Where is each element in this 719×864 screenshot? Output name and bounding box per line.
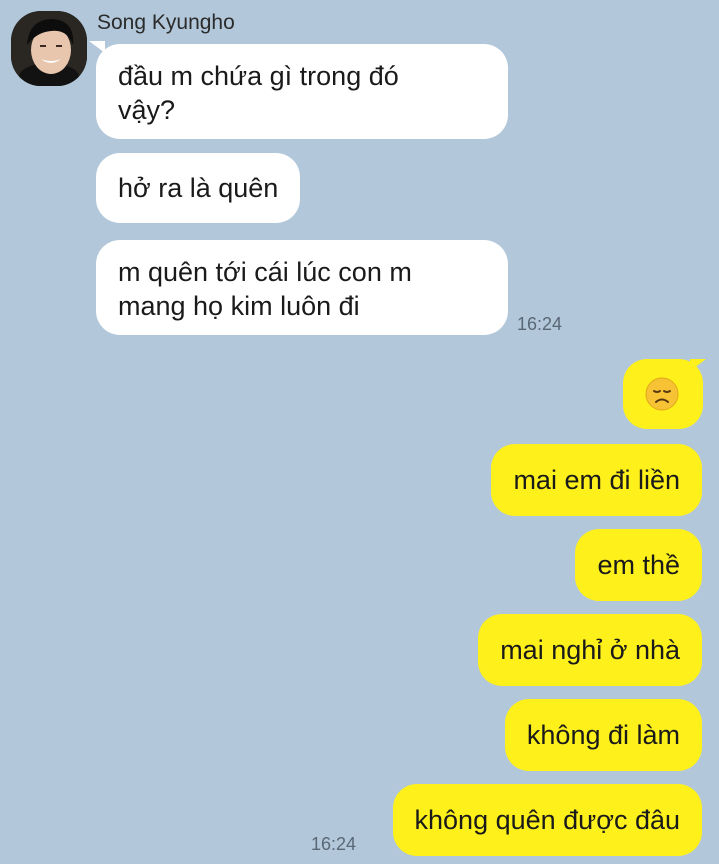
emoticon-bubble[interactable] [623,359,703,429]
incoming-message-bubble[interactable]: m quên tới cái lúc con m mang họ kim luô… [96,240,508,335]
outgoing-message-bubble[interactable]: em thề [575,529,702,601]
incoming-message-bubble[interactable]: đầu m chứa gì trong đó vậy? [96,44,508,139]
outgoing-message-bubble[interactable]: không quên được đâu [392,784,702,856]
disappointed-face-icon [645,377,679,419]
outgoing-message-bubble[interactable]: mai em đi liền [491,444,702,516]
message-timestamp: 16:24 [517,314,563,334]
sender-name: Song Kyungho [97,11,235,34]
outgoing-message-bubble[interactable]: mai nghỉ ở nhà [478,614,702,686]
sender-avatar[interactable] [11,11,87,86]
message-timestamp: 16:24 [311,834,357,854]
incoming-message-bubble[interactable]: hở ra là quên [96,153,301,223]
avatar-photo [11,11,87,86]
outgoing-message-bubble[interactable]: không đi làm [504,699,702,771]
